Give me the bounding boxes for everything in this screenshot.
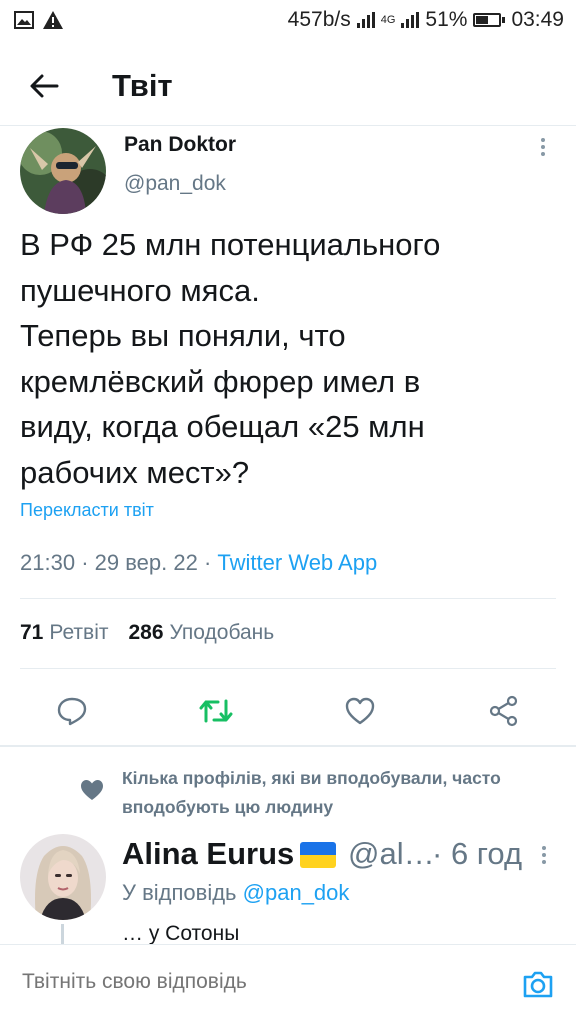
reply-text: … у Сотоны bbox=[122, 922, 240, 945]
author-avatar[interactable] bbox=[20, 128, 106, 214]
header: Твіт bbox=[0, 46, 576, 126]
retweets-count: 71 bbox=[20, 621, 44, 644]
reply-time-value: 6 год bbox=[450, 836, 523, 871]
reply-author-avatar[interactable] bbox=[20, 834, 106, 920]
status-right: 457b/s 4G 51% 03:49 bbox=[288, 8, 564, 32]
time-separator: · bbox=[432, 836, 451, 871]
reply-icon bbox=[57, 697, 87, 726]
reply-author-name[interactable]: Alina Eurus bbox=[122, 836, 294, 872]
retweet-icon bbox=[199, 699, 233, 723]
signal-icon bbox=[356, 12, 375, 28]
retweets-label: Ретвіт bbox=[49, 621, 109, 644]
like-icon bbox=[345, 697, 375, 725]
replying-to-label: У відповідь bbox=[122, 880, 237, 905]
image-icon bbox=[14, 11, 34, 29]
share-button[interactable] bbox=[476, 683, 532, 739]
status-bar: 457b/s 4G 51% 03:49 bbox=[0, 0, 576, 40]
replying-to: У відповідь @pan_dok bbox=[122, 880, 349, 906]
meta-separator: · bbox=[203, 550, 218, 575]
section-divider bbox=[0, 745, 576, 747]
warning-icon bbox=[43, 11, 63, 29]
camera-button[interactable] bbox=[519, 965, 557, 1003]
tweet-text: В РФ 25 млн потенциального пушечного мяс… bbox=[20, 227, 441, 490]
social-context-text: Кілька профілів, які ви вподобували, час… bbox=[122, 768, 501, 817]
tweet-stats: 71 Ретвіт 286 Уподобань bbox=[20, 621, 274, 645]
tweet-meta: 21:30 · 29 вер. 22 · Twitter Web App bbox=[20, 550, 377, 576]
likes-stat[interactable]: 286 Уподобань bbox=[128, 621, 274, 645]
ukraine-flag-icon bbox=[300, 842, 336, 868]
thread-line bbox=[61, 924, 64, 944]
clock: 03:49 bbox=[511, 8, 564, 31]
battery-percent: 51% bbox=[425, 8, 468, 31]
replying-to-mention[interactable]: @pan_dok bbox=[243, 880, 350, 905]
tweet-time: 21:30 bbox=[20, 550, 76, 575]
battery-icon bbox=[473, 13, 506, 27]
tweet-source[interactable]: Twitter Web App bbox=[217, 550, 377, 575]
divider bbox=[20, 598, 556, 599]
more-dot-icon bbox=[542, 846, 546, 850]
retweet-button[interactable] bbox=[188, 683, 244, 739]
reply-button[interactable] bbox=[44, 683, 100, 739]
share-icon bbox=[489, 695, 518, 727]
page-title: Твіт bbox=[112, 67, 173, 103]
status-left bbox=[14, 10, 64, 30]
reply-more-options-button[interactable] bbox=[531, 842, 557, 868]
meta-separator: · bbox=[81, 550, 95, 575]
reply-author-handle[interactable]: @al… bbox=[348, 836, 435, 872]
author-handle[interactable]: @pan_dok bbox=[124, 172, 226, 196]
likes-label: Уподобань bbox=[169, 621, 275, 644]
translate-tweet-link[interactable]: Перекласти твіт bbox=[20, 500, 154, 521]
camera-icon bbox=[523, 971, 553, 998]
more-dot-icon bbox=[541, 138, 545, 142]
divider bbox=[20, 668, 556, 669]
like-button[interactable] bbox=[332, 683, 388, 739]
heart-icon bbox=[81, 780, 103, 800]
retweets-stat[interactable]: 71 Ретвіт bbox=[20, 621, 108, 645]
reply-input[interactable] bbox=[22, 970, 482, 994]
likes-count: 286 bbox=[128, 621, 164, 644]
author-name[interactable]: Pan Doktor bbox=[124, 133, 236, 157]
signal-icon-2 bbox=[401, 12, 420, 28]
network-speed: 457b/s bbox=[287, 8, 351, 31]
tweet-actions bbox=[0, 683, 576, 739]
tweet-date: 29 вер. 22 bbox=[94, 550, 198, 575]
back-button[interactable] bbox=[12, 54, 76, 118]
network-type: 4G bbox=[380, 14, 396, 26]
arrow-left-icon bbox=[30, 74, 59, 97]
more-options-button[interactable] bbox=[530, 134, 556, 160]
reply-time: · 6 год bbox=[432, 836, 522, 872]
reply-composer bbox=[0, 944, 576, 1024]
